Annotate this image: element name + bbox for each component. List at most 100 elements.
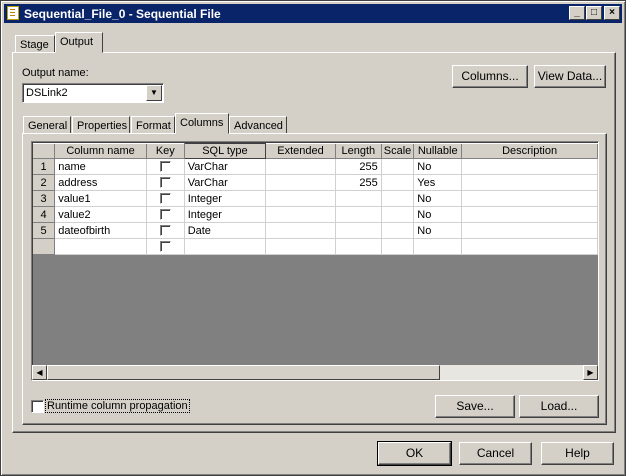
cell-extended[interactable] [265, 190, 336, 207]
cell-key[interactable] [146, 190, 185, 207]
cell-nullable[interactable]: No [413, 158, 463, 175]
cell-sql-type[interactable]: VarChar [184, 174, 267, 191]
key-checkbox[interactable] [159, 241, 171, 253]
table-row[interactable]: 1 name VarChar 255 No [33, 158, 598, 175]
runtime-column-propagation-checkbox[interactable] [31, 400, 44, 413]
columns-grid[interactable]: Column name Key SQL type Extended Length… [31, 141, 599, 381]
row-number[interactable] [33, 238, 56, 255]
table-row[interactable]: 5 dateofbirth Date No [33, 222, 598, 239]
cell-length[interactable]: 255 [335, 158, 382, 175]
runtime-column-propagation-label[interactable]: Runtime column propagation [45, 399, 190, 413]
cell-nullable[interactable]: No [413, 190, 463, 207]
key-checkbox[interactable] [159, 225, 171, 237]
key-checkbox[interactable] [159, 209, 171, 221]
table-row[interactable]: 2 address VarChar 255 Yes [33, 174, 598, 191]
key-checkbox[interactable] [159, 161, 171, 173]
column-header[interactable]: Key [146, 143, 185, 159]
cell-description[interactable] [461, 190, 598, 207]
cell-sql-type[interactable]: Date [184, 222, 267, 239]
table-header-row: Column name Key SQL type Extended Length… [33, 143, 598, 159]
cell-nullable[interactable]: No [413, 222, 463, 239]
save-button[interactable]: Save... [435, 395, 515, 418]
row-number[interactable]: 3 [33, 190, 56, 207]
cell-key[interactable] [146, 206, 185, 223]
cell-extended[interactable] [265, 206, 336, 223]
cell-length[interactable]: 255 [335, 174, 382, 191]
maximize-button[interactable]: □ [586, 6, 602, 20]
minimize-button[interactable]: _ [569, 6, 585, 20]
cell-description[interactable] [461, 238, 598, 255]
cell-length[interactable] [335, 190, 382, 207]
scroll-left-icon[interactable]: ◀ [32, 365, 47, 380]
row-number[interactable]: 1 [33, 158, 56, 175]
column-header[interactable]: Scale [381, 143, 415, 159]
column-header[interactable]: Length [335, 143, 382, 159]
help-button-label: Help [565, 446, 590, 460]
cell-key[interactable] [146, 222, 185, 239]
cell-length[interactable] [335, 206, 382, 223]
cell-extended[interactable] [265, 158, 336, 175]
view-data-button[interactable]: View Data... [534, 65, 606, 88]
cell-sql-type[interactable]: VarChar [184, 158, 267, 175]
cell-column-name[interactable]: value1 [54, 190, 147, 207]
cell-key[interactable] [146, 158, 185, 175]
cell-sql-type[interactable]: Integer [184, 206, 267, 223]
cell-scale[interactable] [381, 190, 415, 207]
column-header[interactable]: Extended [265, 143, 336, 159]
columns-button[interactable]: Columns... [452, 65, 528, 88]
help-button[interactable]: Help [541, 442, 614, 465]
cell-scale[interactable] [381, 158, 415, 175]
cell-extended[interactable] [265, 174, 336, 191]
row-number[interactable]: 4 [33, 206, 56, 223]
cell-column-name[interactable]: address [54, 174, 147, 191]
cell-column-name[interactable]: dateofbirth [54, 222, 147, 239]
new-row[interactable] [33, 238, 598, 255]
load-button[interactable]: Load... [519, 395, 599, 418]
cell-nullable[interactable]: No [413, 206, 463, 223]
column-header[interactable]: Description [461, 143, 598, 159]
tab-columns[interactable]: Columns [175, 113, 229, 134]
column-header[interactable]: SQL type [183, 143, 267, 159]
cell-scale[interactable] [381, 238, 415, 255]
cell-scale[interactable] [381, 222, 415, 239]
cell-description[interactable] [461, 222, 598, 239]
cell-length[interactable] [335, 222, 382, 239]
cell-nullable[interactable] [413, 238, 463, 255]
cell-nullable[interactable]: Yes [413, 174, 463, 191]
scrollbar-thumb[interactable] [47, 365, 440, 380]
cell-column-name[interactable]: name [54, 158, 147, 175]
column-header[interactable]: Nullable [413, 143, 463, 159]
cell-key[interactable] [146, 174, 185, 191]
key-checkbox[interactable] [159, 177, 171, 189]
scroll-right-icon[interactable]: ▶ [583, 365, 598, 380]
cell-description[interactable] [461, 174, 598, 191]
cell-column-name[interactable] [54, 238, 147, 255]
key-checkbox[interactable] [159, 193, 171, 205]
ok-button[interactable]: OK [377, 441, 452, 466]
table-row[interactable]: 4 value2 Integer No [33, 206, 598, 223]
cell-description[interactable] [461, 206, 598, 223]
row-number[interactable]: 2 [33, 174, 56, 191]
cell-extended[interactable] [265, 238, 336, 255]
cell-sql-type[interactable]: Integer [184, 190, 267, 207]
cell-length[interactable] [335, 238, 382, 255]
column-header[interactable]: Column name [54, 143, 147, 159]
table-row[interactable]: 3 value1 Integer No [33, 190, 598, 207]
cell-key[interactable] [146, 238, 185, 255]
tab-output[interactable]: Output [55, 32, 103, 53]
cell-description[interactable] [461, 158, 598, 175]
cell-scale[interactable] [381, 206, 415, 223]
horizontal-scrollbar[interactable]: ◀ ▶ [32, 365, 598, 380]
cell-column-name[interactable]: value2 [54, 206, 147, 223]
tab-stage-label: Stage [20, 39, 49, 51]
output-name-select[interactable]: DSLink2 ▼ [22, 83, 164, 103]
close-button[interactable]: × [604, 6, 620, 20]
cell-scale[interactable] [381, 174, 415, 191]
cell-sql-type[interactable] [184, 238, 267, 255]
cell-extended[interactable] [265, 222, 336, 239]
title-bar[interactable]: Sequential_File_0 - Sequential File _ □ … [4, 4, 622, 23]
row-number[interactable]: 5 [33, 222, 56, 239]
chevron-down-icon[interactable]: ▼ [146, 85, 162, 101]
cancel-button[interactable]: Cancel [459, 442, 532, 465]
tab-general-label: General [28, 120, 68, 132]
